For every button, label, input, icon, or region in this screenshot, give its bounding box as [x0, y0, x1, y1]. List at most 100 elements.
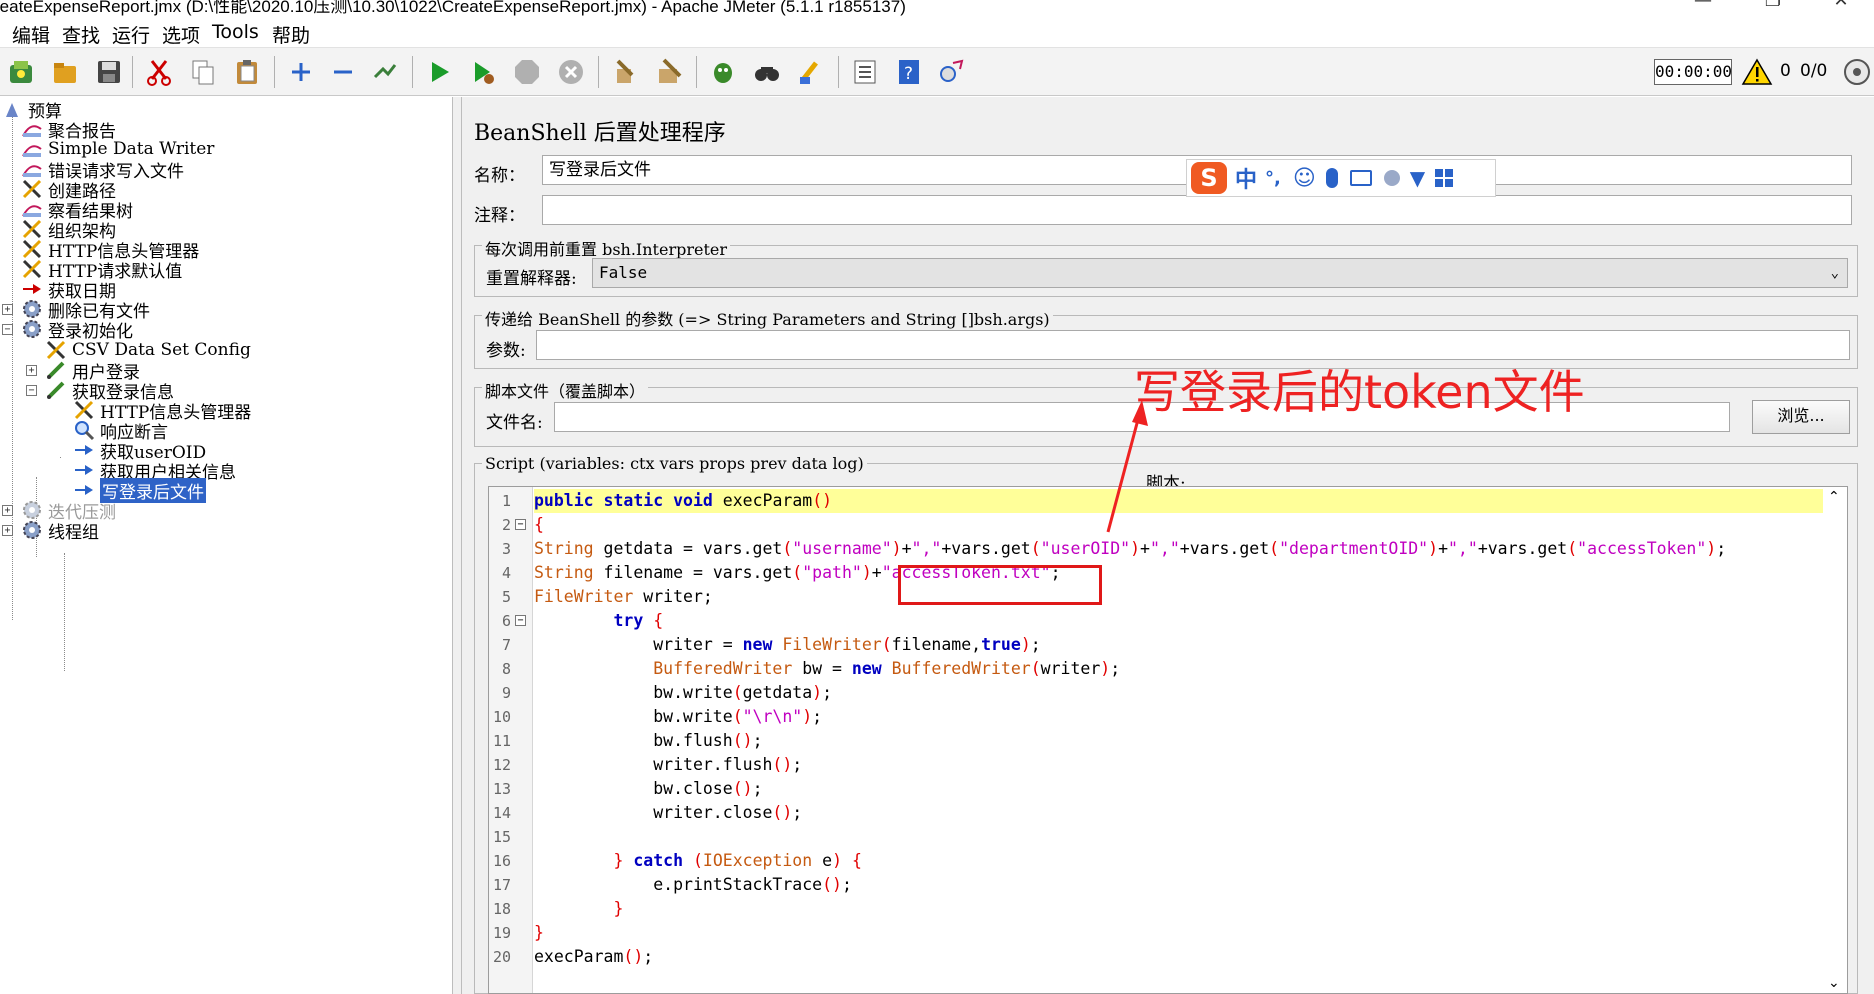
- comment-label: 注释：: [474, 206, 525, 226]
- code-line[interactable]: execParam();: [534, 945, 653, 969]
- minimize-button[interactable]: —: [1668, 0, 1738, 14]
- menu-run[interactable]: 运行: [112, 21, 150, 48]
- ime-punctuation[interactable]: °,: [1265, 168, 1281, 189]
- help-list-icon[interactable]: [848, 55, 882, 89]
- chevron-down-icon: ⌄: [1830, 265, 1839, 281]
- gear-icon: [20, 318, 44, 340]
- file-group-title: 脚本文件（覆盖脚本）: [482, 378, 649, 402]
- grid-menu-icon[interactable]: [1435, 169, 1454, 187]
- code-line[interactable]: writer = new FileWriter(filename,true);: [534, 633, 1040, 657]
- code-line[interactable]: FileWriter writer;: [534, 585, 713, 609]
- function-helper-icon[interactable]: [794, 55, 828, 89]
- elapsed-timer: 00:00:00: [1654, 59, 1732, 85]
- expand-toggle[interactable]: +: [2, 505, 13, 516]
- collapse-toggle[interactable]: −: [2, 324, 13, 335]
- script-editor[interactable]: 1 2 − 3 4 5 6 − 7 8 9 10 11 12 13 14 15 …: [488, 486, 1848, 994]
- expand-icon[interactable]: [284, 55, 318, 89]
- reset-group-title: 每次调用前重置 bsh.Interpreter: [482, 236, 731, 260]
- emoji-icon[interactable]: ☺: [1293, 166, 1316, 191]
- window-title: reateExpenseReport.jmx (D:\性能\2020.10压测\…: [0, 0, 906, 16]
- templates-icon[interactable]: [4, 55, 38, 89]
- menu-tools[interactable]: Tools: [212, 21, 259, 43]
- code-line[interactable]: bw.flush();: [534, 729, 762, 753]
- close-button[interactable]: ✕: [1806, 0, 1874, 14]
- pane-splitter[interactable]: [452, 97, 462, 994]
- cut-icon[interactable]: [142, 55, 176, 89]
- user-icon[interactable]: [1383, 170, 1400, 186]
- scroll-up-icon[interactable]: ⌃: [1828, 489, 1840, 505]
- browse-button[interactable]: 浏览...: [1752, 400, 1850, 434]
- code-line[interactable]: }: [534, 921, 544, 945]
- menu-edit[interactable]: 编辑: [12, 21, 50, 48]
- code-line[interactable]: {: [534, 513, 544, 537]
- reset-search-icon[interactable]: [750, 55, 784, 89]
- vertical-scrollbar[interactable]: ⌃ ⌄: [1823, 487, 1847, 993]
- panel-title: BeanShell 后置处理程序: [474, 121, 726, 146]
- collapse-toggle[interactable]: −: [26, 385, 37, 396]
- copy-icon[interactable]: [186, 55, 220, 89]
- code-line[interactable]: bw.close();: [534, 777, 762, 801]
- active-threads: 0/0: [1800, 61, 1828, 81]
- ime-mode[interactable]: 中: [1235, 162, 1257, 194]
- toggle-icon[interactable]: [368, 55, 402, 89]
- code-line[interactable]: writer.close();: [534, 801, 802, 825]
- maximize-button[interactable]: ❐: [1738, 0, 1808, 14]
- clear-all-icon[interactable]: [652, 55, 686, 89]
- code-line[interactable]: writer.flush();: [534, 753, 802, 777]
- start-icon[interactable]: [422, 55, 456, 89]
- gear-icon: [20, 519, 44, 541]
- start-no-pause-icon[interactable]: [466, 55, 500, 89]
- code-line[interactable]: e.printStackTrace();: [534, 873, 852, 897]
- params-group-title: 传递给 BeanShell 的参数 (=> String Parameters …: [482, 306, 1053, 330]
- code-line[interactable]: BufferedWriter bw = new BufferedWriter(w…: [534, 657, 1120, 681]
- script-group-title: Script (variables: ctx vars props prev d…: [482, 454, 867, 473]
- file-label: 文件名:: [486, 413, 543, 433]
- menu-bar: 编辑 查找 运行 选项 Tools 帮助: [0, 18, 1874, 48]
- tree-node-thread-group[interactable]: 线程组: [20, 518, 99, 543]
- code-line[interactable]: } catch (IOException e) {: [534, 849, 861, 873]
- scroll-down-icon[interactable]: ⌄: [1828, 975, 1840, 991]
- pipette-icon: [44, 379, 68, 401]
- menu-search[interactable]: 查找: [62, 21, 100, 48]
- code-line[interactable]: bw.write("\r\n");: [534, 705, 822, 729]
- code-line[interactable]: }: [534, 897, 623, 921]
- warning-icon[interactable]: [1740, 55, 1774, 89]
- svg-text:?: ?: [904, 64, 913, 84]
- sogou-logo-icon[interactable]: S: [1191, 162, 1227, 194]
- comment-field[interactable]: [542, 195, 1852, 225]
- test-plan-tree: 预算 聚合报告 Simple Data Writer 错误请求写入文件 创建路径…: [0, 97, 452, 994]
- remote-icon[interactable]: [934, 55, 968, 89]
- code-line[interactable]: String getdata = vars.get("username")+",…: [534, 537, 1726, 561]
- help-icon[interactable]: ?: [892, 55, 926, 89]
- stop-icon[interactable]: [510, 55, 544, 89]
- open-icon[interactable]: [48, 55, 82, 89]
- save-icon[interactable]: [92, 55, 126, 89]
- remote-status-icon[interactable]: [1840, 55, 1874, 89]
- menu-help[interactable]: 帮助: [272, 21, 310, 48]
- fold-toggle[interactable]: −: [515, 615, 526, 626]
- toolbar: ? 00:00:00 0 0/0: [0, 48, 1874, 96]
- collapse-icon[interactable]: [326, 55, 360, 89]
- annotation-arrow: [1106, 400, 1148, 533]
- title-bar: reateExpenseReport.jmx (D:\性能\2020.10压测\…: [0, 0, 1874, 18]
- skin-icon[interactable]: ▼: [1410, 166, 1425, 190]
- annotation-highlight-box: [898, 565, 1102, 605]
- params-label: 参数:: [486, 341, 526, 361]
- line-number-gutter: 1 2 − 3 4 5 6 − 7 8 9 10 11 12 13 14 15 …: [489, 487, 533, 993]
- fold-toggle[interactable]: −: [515, 519, 526, 530]
- expand-toggle[interactable]: +: [2, 525, 13, 536]
- microphone-icon[interactable]: [1325, 168, 1338, 188]
- code-line[interactable]: try {: [534, 609, 663, 633]
- expand-toggle[interactable]: +: [26, 365, 37, 376]
- reset-label: 重置解释器:: [486, 269, 577, 289]
- paste-icon[interactable]: [230, 55, 264, 89]
- keyboard-icon[interactable]: [1349, 170, 1372, 186]
- shutdown-icon[interactable]: [554, 55, 588, 89]
- reset-interpreter-select[interactable]: False ⌄: [592, 258, 1848, 288]
- search-icon[interactable]: [706, 55, 740, 89]
- clear-icon[interactable]: [608, 55, 642, 89]
- code-line[interactable]: public static void execParam(): [534, 489, 832, 513]
- expand-toggle[interactable]: +: [2, 304, 13, 315]
- code-line[interactable]: bw.write(getdata);: [534, 681, 832, 705]
- menu-options[interactable]: 选项: [162, 21, 200, 48]
